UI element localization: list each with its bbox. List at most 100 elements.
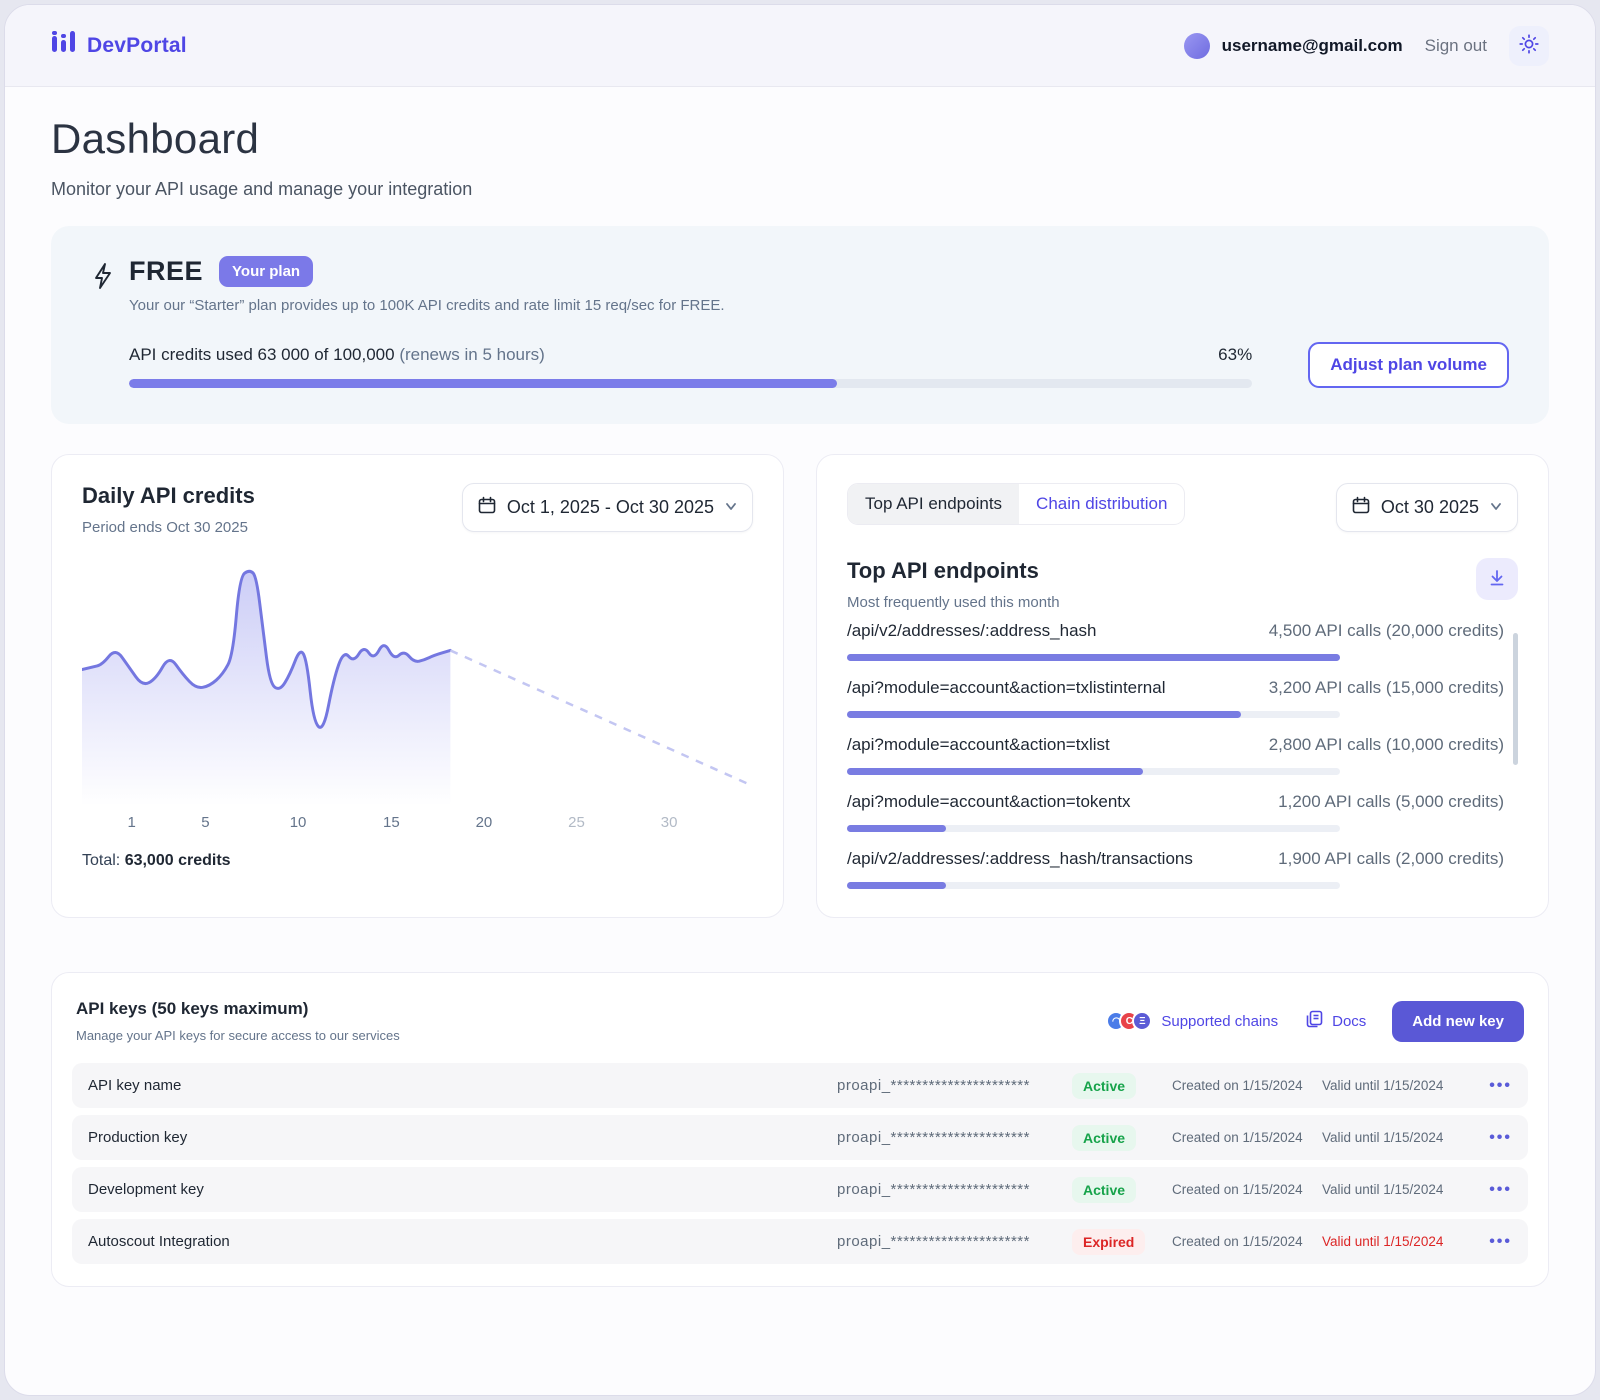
lightning-bolt-icon	[91, 256, 115, 388]
api-key-value: proapi_**********************	[837, 1181, 1072, 1198]
endpoint-usage-bar	[847, 882, 1340, 889]
daily-credits-chart: 151015202530	[82, 554, 753, 836]
x-tick-label: 10	[290, 814, 307, 831]
theme-toggle-button[interactable]	[1509, 26, 1549, 66]
api-key-value: proapi_**********************	[837, 1129, 1072, 1146]
logo-text: DevPortal	[87, 34, 187, 58]
endpoint-path: /api?module=account&action=tokentx	[847, 792, 1131, 812]
endpoint-stats: 1,900 API calls (2,000 credits)	[1278, 849, 1504, 869]
tab-top-api-endpoints[interactable]: Top API endpoints	[848, 484, 1019, 524]
api-key-status-badge: Expired	[1072, 1229, 1145, 1255]
date-range-value: Oct 1, 2025 - Oct 30 2025	[507, 497, 714, 518]
endpoint-stats: 2,800 API calls (10,000 credits)	[1269, 735, 1504, 755]
api-key-created-date: Created on 1/15/2024	[1172, 1130, 1322, 1145]
endpoints-list: /api/v2/addresses/:address_hash 4,500 API…	[847, 621, 1518, 889]
usage-progress-bar	[129, 379, 1252, 388]
top-header: DevPortal username@gmail.com Sign out	[5, 5, 1595, 87]
endpoint-usage-bar-fill	[847, 768, 1143, 775]
endpoint-stats: 4,500 API calls (20,000 credits)	[1269, 621, 1504, 641]
endpoint-usage-bar-fill	[847, 882, 946, 889]
endpoints-subtitle: Most frequently used this month	[847, 594, 1060, 611]
endpoint-usage-bar-fill	[847, 711, 1241, 718]
endpoint-usage-bar	[847, 654, 1340, 661]
x-tick-label: 5	[201, 814, 209, 831]
x-tick-label: 20	[476, 814, 493, 831]
api-key-status-badge: Active	[1072, 1177, 1136, 1203]
x-tick-label: 1	[127, 814, 135, 831]
usage-percent: 63%	[1218, 345, 1252, 365]
daily-credits-period: Period ends Oct 30 2025	[82, 519, 255, 536]
docs-link[interactable]: Docs	[1304, 1009, 1366, 1034]
endpoints-scrollbar[interactable]	[1513, 633, 1518, 765]
endpoint-usage-bar-fill	[847, 654, 1340, 661]
plan-badge: Your plan	[219, 256, 313, 287]
api-key-menu-button[interactable]: •••	[1489, 1078, 1512, 1094]
plan-name: FREE	[129, 256, 203, 287]
endpoint-path: /api?module=account&action=txlist	[847, 735, 1110, 755]
usage-text: API credits used 63 000 of 100,000 (rene…	[129, 345, 545, 365]
api-key-menu-button[interactable]: •••	[1489, 1130, 1512, 1146]
area-chart-svg	[82, 554, 753, 806]
endpoints-date-selector[interactable]: Oct 30 2025	[1336, 483, 1518, 532]
endpoint-row: /api?module=account&action=txlistinterna…	[847, 678, 1504, 718]
endpoint-usage-bar-fill	[847, 825, 946, 832]
sign-out-link[interactable]: Sign out	[1425, 36, 1487, 56]
date-range-selector[interactable]: Oct 1, 2025 - Oct 30 2025	[462, 483, 753, 532]
api-key-valid-date: Valid until 1/15/2024	[1322, 1078, 1472, 1093]
api-key-menu-button[interactable]: •••	[1489, 1182, 1512, 1198]
endpoint-row: /api?module=account&action=txlist 2,800 A…	[847, 735, 1504, 775]
page-subtitle: Monitor your API usage and manage your i…	[51, 179, 1549, 200]
api-key-row: Development keyproapi_******************…	[72, 1167, 1528, 1212]
add-new-key-button[interactable]: Add new key	[1392, 1001, 1524, 1042]
usage-renew-note: (renews in 5 hours)	[399, 345, 545, 364]
chart-area-fill	[82, 571, 450, 806]
api-keys-subtitle: Manage your API keys for secure access t…	[76, 1028, 400, 1043]
usage-progress-fill	[129, 379, 837, 388]
api-key-valid-date: Valid until 1/15/2024	[1322, 1182, 1472, 1197]
avatar	[1184, 33, 1210, 59]
adjust-plan-button[interactable]: Adjust plan volume	[1308, 342, 1509, 388]
supported-chains-label: Supported chains	[1161, 1013, 1278, 1030]
api-keys-card: API keys (50 keys maximum) Manage your A…	[51, 972, 1549, 1287]
sun-icon	[1518, 33, 1540, 58]
devportal-logo-icon	[51, 28, 77, 63]
chart-total-value: 63,000 credits	[125, 852, 231, 869]
api-key-value: proapi_**********************	[837, 1233, 1072, 1250]
supported-chains-link[interactable]: ◠ C Ξ Supported chains	[1106, 1011, 1278, 1031]
chevron-down-icon	[724, 497, 738, 518]
endpoints-title: Top API endpoints	[847, 558, 1060, 584]
api-key-valid-date: Valid until 1/15/2024	[1322, 1234, 1472, 1249]
endpoint-path: /api/v2/addresses/:address_hash/transact…	[847, 849, 1193, 869]
endpoint-row: /api/v2/addresses/:address_hash 4,500 API…	[847, 621, 1504, 661]
chart-projection-line	[450, 650, 753, 786]
daily-credits-card: Daily API credits Period ends Oct 30 202…	[51, 454, 784, 918]
endpoint-stats: 1,200 API calls (5,000 credits)	[1278, 792, 1504, 812]
download-icon	[1487, 568, 1507, 591]
calendar-icon	[477, 495, 497, 520]
plan-description: Your our “Starter” plan provides up to 1…	[129, 297, 1509, 314]
api-key-menu-button[interactable]: •••	[1489, 1234, 1512, 1250]
plan-card: FREE Your plan Your our “Starter” plan p…	[51, 226, 1549, 424]
docs-label: Docs	[1332, 1013, 1366, 1030]
api-key-name: Autoscout Integration	[88, 1233, 837, 1250]
api-key-row: Production keyproapi_*******************…	[72, 1115, 1528, 1160]
daily-credits-title: Daily API credits	[82, 483, 255, 509]
docs-icon	[1304, 1009, 1324, 1034]
endpoint-row: /api?module=account&action=tokentx 1,200 …	[847, 792, 1504, 832]
calendar-icon	[1351, 495, 1371, 520]
tab-chain-distribution[interactable]: Chain distribution	[1019, 484, 1184, 524]
chart-x-axis: 151015202530	[82, 814, 753, 836]
download-button[interactable]	[1476, 558, 1518, 600]
x-tick-label: 15	[383, 814, 400, 831]
logo[interactable]: DevPortal	[51, 28, 187, 63]
api-key-name: Production key	[88, 1129, 837, 1146]
api-key-row: API key nameproapi_*********************…	[72, 1063, 1528, 1108]
endpoint-usage-bar	[847, 768, 1340, 775]
page-title: Dashboard	[51, 115, 1549, 163]
endpoint-path: /api?module=account&action=txlistinterna…	[847, 678, 1165, 698]
endpoint-path: /api/v2/addresses/:address_hash	[847, 621, 1097, 641]
api-keys-title: API keys (50 keys maximum)	[76, 999, 400, 1019]
api-key-name: API key name	[88, 1077, 837, 1094]
api-key-status-badge: Active	[1072, 1073, 1136, 1099]
app-window: DevPortal username@gmail.com Sign out	[4, 4, 1596, 1396]
